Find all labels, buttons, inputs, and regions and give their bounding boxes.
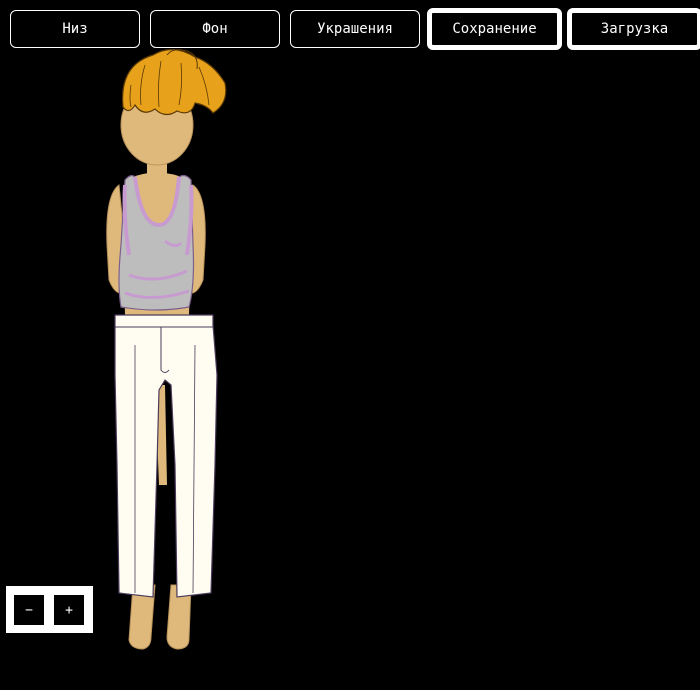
- tab-background[interactable]: Фон: [150, 10, 280, 48]
- load-button[interactable]: Загрузка: [567, 8, 700, 50]
- tab-accessories[interactable]: Украшения: [290, 10, 420, 48]
- dressup-doll: [106, 48, 227, 650]
- game-stage: Низ Фон Украшения Сохранение Загрузка − …: [0, 0, 700, 690]
- save-button[interactable]: Сохранение: [427, 8, 562, 50]
- zoom-out-button[interactable]: −: [14, 595, 44, 625]
- zoom-in-button[interactable]: +: [54, 595, 84, 625]
- zoom-controls: − +: [6, 586, 93, 633]
- tab-bottom[interactable]: Низ: [10, 10, 140, 48]
- doll-hair: [121, 48, 227, 116]
